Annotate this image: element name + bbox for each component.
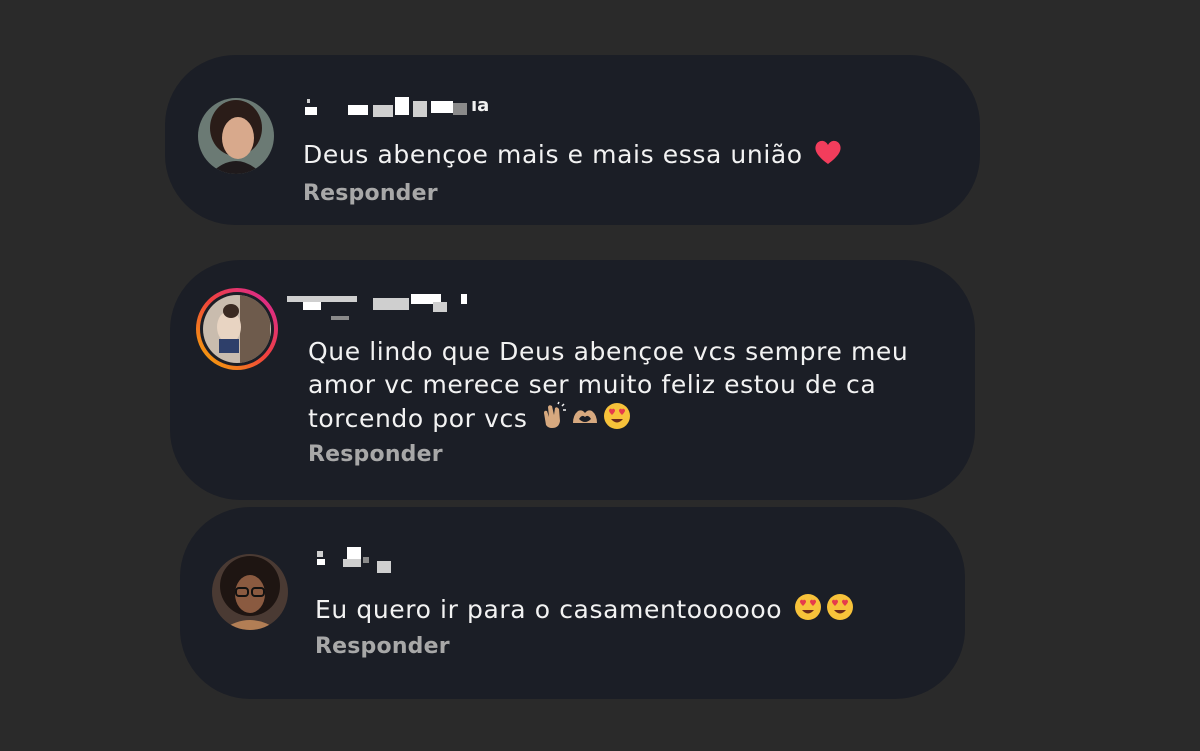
heart-eyes-face-icon bbox=[825, 592, 855, 622]
comment-text: Eu quero ir para o casamentoooooo bbox=[315, 592, 935, 626]
reply-button[interactable]: Responder bbox=[315, 634, 450, 659]
comment-text: Que lindo que Deus abençoe vcs sempre me… bbox=[308, 335, 928, 435]
comment-card: Que lindo que Deus abençoe vcs sempre me… bbox=[170, 260, 975, 500]
comment-text: Deus abençoe mais e mais essa união bbox=[303, 137, 923, 171]
clapping-hands-icon bbox=[538, 401, 568, 431]
avatar[interactable] bbox=[198, 98, 274, 174]
username-redacted[interactable] bbox=[283, 290, 483, 320]
comment-text-content: Eu quero ir para o casamentoooooo bbox=[315, 595, 783, 624]
comment-card: ıa Deus abençoe mais e mais essa união R… bbox=[165, 55, 980, 225]
username-tail: ıa bbox=[471, 95, 490, 116]
red-heart-icon bbox=[813, 137, 843, 167]
username-redacted[interactable] bbox=[315, 547, 405, 573]
heart-eyes-face-icon bbox=[793, 592, 823, 622]
heart-eyes-face-icon bbox=[602, 401, 632, 431]
comment-card: Eu quero ir para o casamentoooooo Respon… bbox=[180, 507, 965, 699]
heart-hands-icon bbox=[570, 401, 600, 431]
comments-screen: ıa Deus abençoe mais e mais essa união R… bbox=[0, 0, 1200, 751]
avatar[interactable] bbox=[212, 554, 288, 630]
avatar-story-ring[interactable] bbox=[195, 287, 279, 371]
reply-button[interactable]: Responder bbox=[308, 442, 443, 467]
username-redacted[interactable]: ıa bbox=[303, 93, 503, 119]
comment-text-content: Deus abençoe mais e mais essa união bbox=[303, 140, 803, 169]
reply-button[interactable]: Responder bbox=[303, 181, 438, 206]
